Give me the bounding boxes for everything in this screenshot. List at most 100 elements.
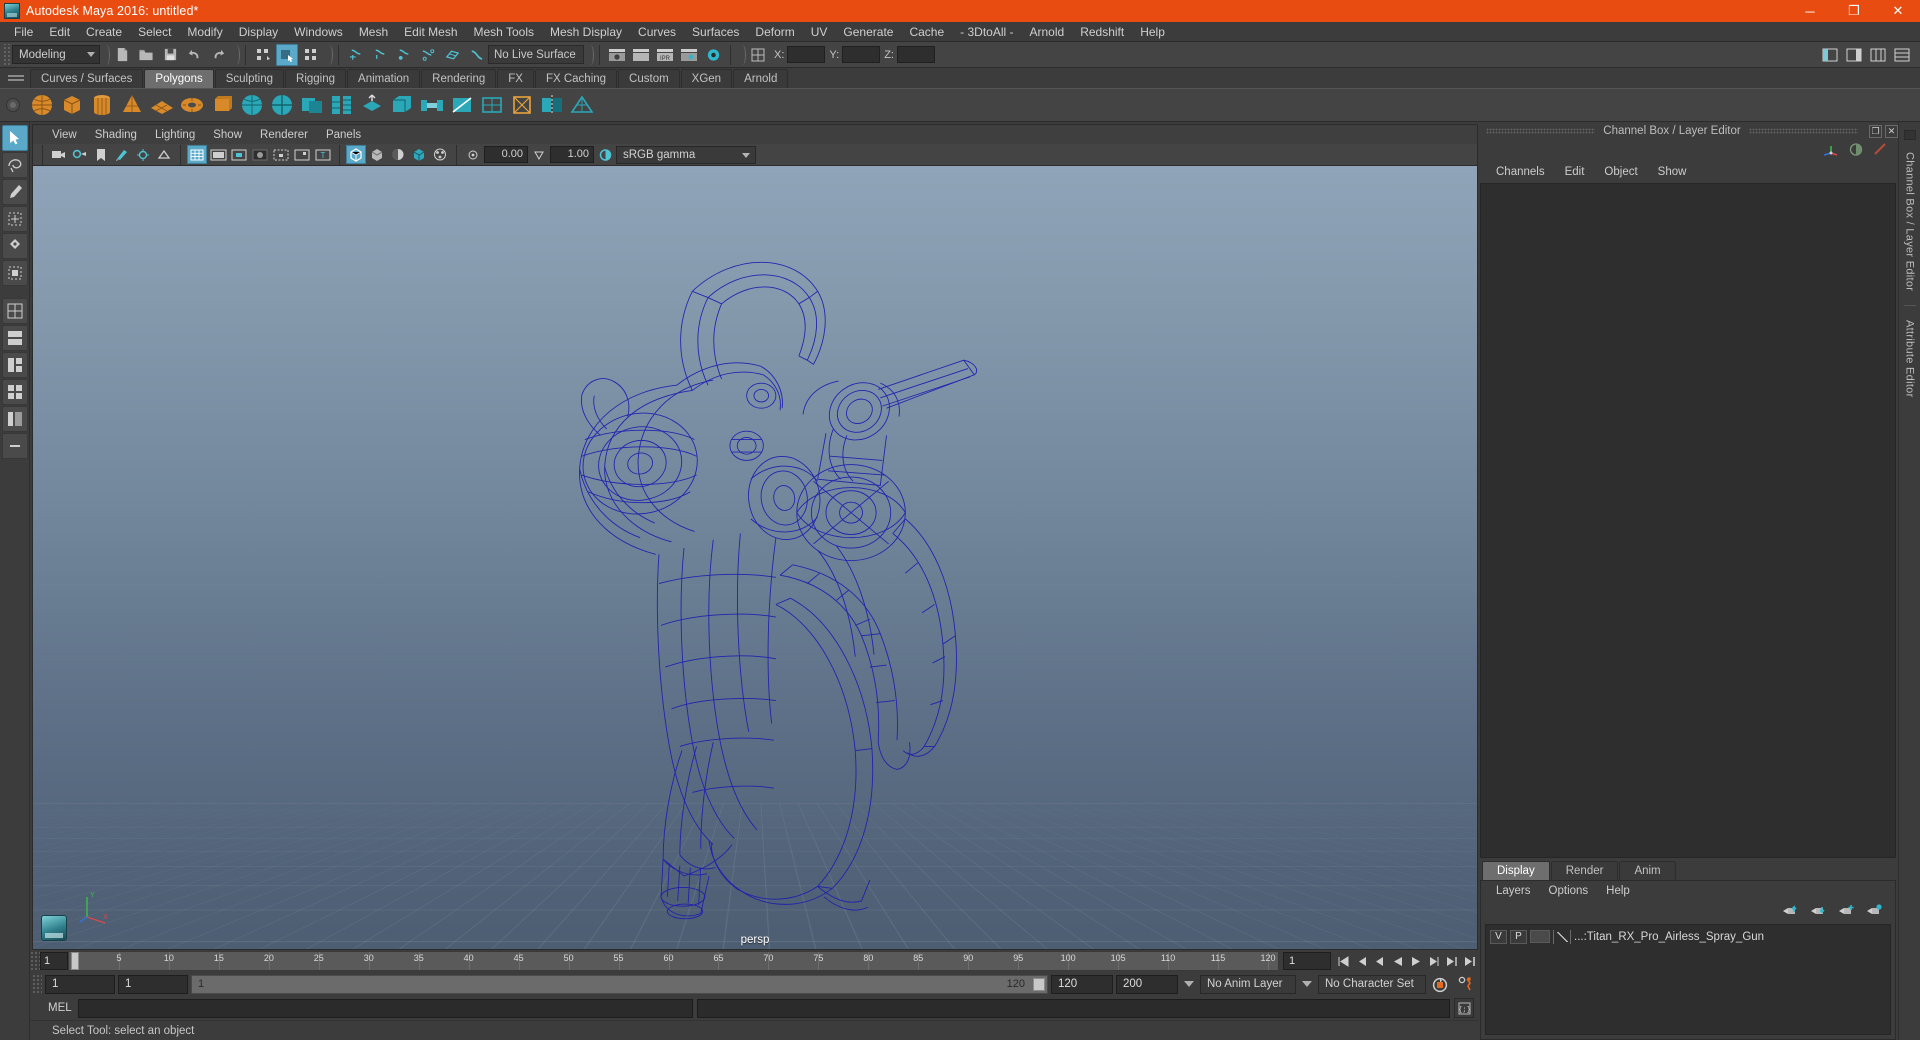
multi-cut-icon[interactable] [448,91,476,119]
menu-windows[interactable]: Windows [286,23,351,41]
use-default-material-icon[interactable] [430,145,450,164]
shelf-tab-custom[interactable]: Custom [618,69,680,88]
gate-mask-icon[interactable] [250,145,270,164]
create-layer-from-selected-icon[interactable] [1866,903,1883,920]
extrude-icon[interactable] [358,91,386,119]
scroll-up-button[interactable] [1903,130,1916,140]
close-button[interactable]: ✕ [1876,0,1920,22]
shelf-tab-animation[interactable]: Animation [347,69,421,88]
smooth-icon[interactable] [328,91,356,119]
status-line-grip[interactable] [2,43,10,66]
shelf-options-icon[interactable] [6,98,20,112]
shelf-tab-polygons[interactable]: Polygons [144,69,214,88]
toggle-panel-icon[interactable] [1819,44,1841,66]
grid-toggle-icon[interactable] [187,145,207,164]
script-editor-icon[interactable]: {;} [1454,998,1474,1018]
channel-box-toggle-icon[interactable] [1891,44,1913,66]
shelf-tab-fx[interactable]: FX [497,69,534,88]
open-scene-icon[interactable] [135,44,157,66]
create-new-layer-icon[interactable] [1838,903,1855,920]
vertical-tab-attribute-editor[interactable]: Attribute Editor [1904,310,1916,408]
layer-row[interactable]: V P ...:Titan_RX_Pro_Airless_Spray_Gun [1486,928,1890,945]
redo-icon[interactable] [207,44,229,66]
menu-mesh[interactable]: Mesh [351,23,396,41]
xray-icon[interactable] [292,145,312,164]
shelf-tab-rigging[interactable]: Rigging [285,69,347,88]
shelf-tab-fx-caching[interactable]: FX Caching [534,69,618,88]
maximize-button[interactable]: ❐ [1832,0,1876,22]
expand-layouts-icon[interactable] [1,433,28,459]
range-end-handle[interactable] [1033,977,1045,991]
menu-mesh-display[interactable]: Mesh Display [542,23,630,41]
layer-list[interactable]: V P ...:Titan_RX_Pro_Airless_Spray_Gun [1485,924,1891,1035]
undo-icon[interactable] [183,44,205,66]
menu-curves[interactable]: Curves [630,23,684,41]
smooth-shade-all-icon[interactable] [367,145,387,164]
poly-cube-icon[interactable] [58,91,86,119]
texture-icon[interactable]: T [313,145,333,164]
menu-edit[interactable]: Edit [41,23,78,41]
persp-outliner-layout-icon[interactable] [1,406,28,432]
camera-attributes-icon[interactable] [70,145,90,164]
shelf-tab-curves-surfaces[interactable]: Curves / Surfaces [30,69,144,88]
poly-cone-icon[interactable] [118,91,146,119]
show-editor-icon[interactable] [747,44,769,66]
shelf-tab-rendering[interactable]: Rendering [421,69,497,88]
reduce-icon[interactable] [568,91,596,119]
channel-box-menu-object[interactable]: Object [1594,166,1647,178]
play-forwards-icon[interactable] [1407,952,1424,970]
playback-start-time-field[interactable]: 1 [118,974,188,994]
select-hierarchy-icon[interactable] [252,44,274,66]
menu-edit-mesh[interactable]: Edit Mesh [396,23,465,41]
make-live-icon[interactable] [465,44,487,66]
anim-start-time-field[interactable]: 1 [45,974,115,994]
layer-tab-anim[interactable]: Anim [1619,861,1676,880]
range-slider-grip[interactable] [32,974,42,994]
menu-create[interactable]: Create [78,23,130,41]
current-frame-display[interactable]: 1 [40,952,68,970]
animation-preferences-icon[interactable] [1454,974,1476,994]
poly-torus-icon[interactable] [178,91,206,119]
anim-end-time-field[interactable]: 200 [1116,974,1178,994]
layer-menu-help[interactable]: Help [1597,885,1639,897]
hypershade-icon[interactable] [702,44,724,66]
attribute-editor-toggle-icon[interactable] [1867,44,1889,66]
shaded-wireframe-icon[interactable] [388,145,408,164]
shelf-tab-xgen[interactable]: XGen [680,69,733,88]
poly-plane-icon[interactable] [148,91,176,119]
attribute-editor-icon[interactable] [1848,142,1864,160]
snap-to-curve-icon[interactable] [369,44,391,66]
bevel-icon[interactable] [388,91,416,119]
menu-cache[interactable]: Cache [901,23,952,41]
menu-file[interactable]: File [6,23,41,41]
three-pane-layout-icon[interactable] [1,352,28,378]
float-panel-button[interactable]: ❐ [1869,124,1883,138]
snap-to-view-plane-icon[interactable] [441,44,463,66]
step-back-frame-icon[interactable] [1371,952,1388,970]
shelf-tab-arnold[interactable]: Arnold [733,69,789,88]
step-back-keyframe-icon[interactable] [1353,952,1370,970]
channel-box-menu-channels[interactable]: Channels [1486,166,1555,178]
render-settings-icon[interactable] [678,44,700,66]
go-to-start-icon[interactable] [1335,952,1352,970]
quad-draw-icon[interactable] [478,91,506,119]
layer-shading-icon[interactable] [1553,929,1571,944]
booleans-icon[interactable] [298,91,326,119]
menu-redshift[interactable]: Redshift [1072,23,1132,41]
bridge-icon[interactable] [418,91,446,119]
channel-box-menu-show[interactable]: Show [1648,166,1697,178]
four-pane-layout-icon[interactable] [1,379,28,405]
two-sided-lighting-icon[interactable] [133,145,153,164]
snap-to-point-icon[interactable] [393,44,415,66]
menu-uv[interactable]: UV [803,23,836,41]
character-set-selector[interactable]: No Character Set [1318,974,1426,994]
y-input[interactable] [842,46,881,63]
time-slider-grip[interactable] [30,951,40,971]
shadows-icon[interactable] [154,145,174,164]
menu-generate[interactable]: Generate [835,23,901,41]
select-camera-icon[interactable] [49,145,69,164]
channel-box-content[interactable] [1480,183,1896,858]
snap-to-grid-icon[interactable] [345,44,367,66]
timeline-ticks[interactable]: 5 10 15 20 25 30 35 40 45 50 55 60 65 70 75 80 85 90 95 100… [68,951,1279,971]
color-management-selector[interactable]: sRGB gamma [616,145,756,164]
